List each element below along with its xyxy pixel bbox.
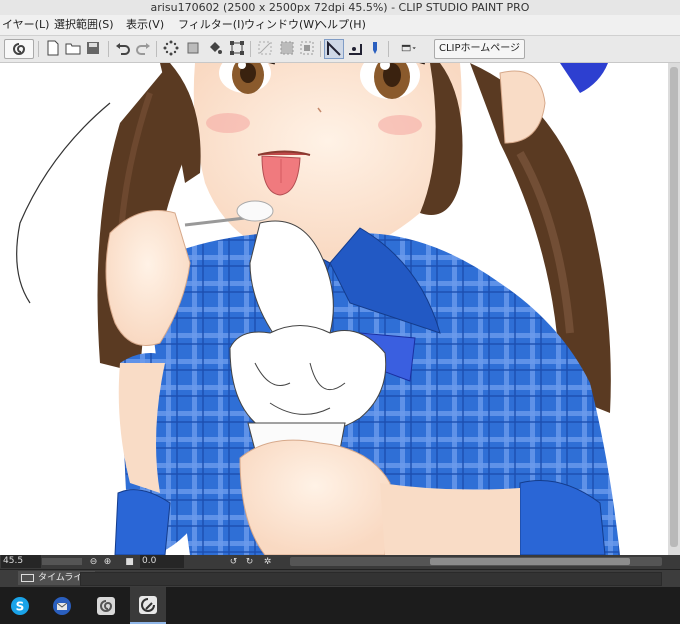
skype-icon: S <box>11 596 29 615</box>
drawing-canvas[interactable] <box>0 63 668 555</box>
taskbar-skype[interactable]: S <box>2 587 38 624</box>
snap-grid-button[interactable] <box>366 39 384 57</box>
transform-button[interactable] <box>228 39 246 57</box>
snap-ruler-button[interactable] <box>324 39 344 59</box>
selection-mode-button[interactable] <box>298 39 316 57</box>
fill-button[interactable] <box>206 39 224 57</box>
undo-icon <box>116 43 130 55</box>
open-file-button[interactable] <box>64 39 82 57</box>
artwork-illustration <box>16 63 620 555</box>
zoom-out-icon[interactable]: ⊖ <box>88 556 99 567</box>
clip-studio-button[interactable] <box>4 39 34 59</box>
clip-studio-icon <box>97 596 115 615</box>
vertical-scroll-thumb[interactable] <box>670 67 678 547</box>
save-button[interactable] <box>84 39 102 57</box>
snap-special-ruler-icon <box>349 44 362 55</box>
selection-icon <box>300 41 314 55</box>
clip-studio-icon <box>13 43 26 55</box>
menu-window[interactable]: ウィンドウ(W) <box>242 15 320 35</box>
undo-button[interactable] <box>114 39 132 57</box>
rotation-value[interactable]: 0.0 <box>140 555 184 568</box>
menu-bar: イヤー(L) 選択範囲(S) 表示(V) フィルター(I) ウィンドウ(W) ヘ… <box>0 15 680 36</box>
fit-icon[interactable]: ■ <box>124 556 135 567</box>
display-mode-icon <box>401 44 416 52</box>
snap-ruler-icon <box>327 41 341 56</box>
clear-button[interactable] <box>184 39 202 57</box>
loading-spinner-button[interactable] <box>162 39 180 57</box>
save-icon <box>87 42 99 54</box>
clear-icon <box>187 42 199 54</box>
menu-layer[interactable]: イヤー(L) <box>0 15 51 35</box>
taskbar-clip-studio[interactable] <box>88 587 124 624</box>
timeline-track[interactable] <box>80 572 662 586</box>
invert-selection-icon <box>280 41 294 55</box>
menu-view[interactable]: 表示(V) <box>124 15 166 35</box>
command-bar: CLIPホームページ <box>0 36 680 63</box>
menu-help[interactable]: ヘルプ(H) <box>314 15 368 35</box>
spinner-icon <box>163 40 179 56</box>
taskbar-clip-studio-paint[interactable] <box>130 587 166 624</box>
zoom-in-icon[interactable]: ⊕ <box>102 556 113 567</box>
rotate-left-icon[interactable]: ↺ <box>228 556 239 567</box>
vertical-scrollbar[interactable] <box>668 63 680 555</box>
timeline-panel: タイムライン <box>0 569 680 587</box>
pen-grid-icon <box>373 42 377 54</box>
invert-selection-button[interactable] <box>278 39 296 57</box>
transform-icon <box>230 41 244 55</box>
menu-filter[interactable]: フィルター(I) <box>176 15 247 35</box>
horizontal-scroll-thumb[interactable] <box>430 558 630 565</box>
thunderbird-icon <box>53 596 71 615</box>
deselect-icon <box>258 41 272 55</box>
taskbar-thunderbird[interactable] <box>44 587 80 624</box>
reset-rotation-icon[interactable]: ✲ <box>262 556 273 567</box>
redo-button[interactable] <box>134 39 152 57</box>
zoom-value[interactable]: 45.5 <box>1 555 41 568</box>
new-file-icon <box>47 40 59 56</box>
menu-selection[interactable]: 選択範囲(S) <box>52 15 116 35</box>
windows-taskbar: S <box>0 587 680 624</box>
rotate-right-icon[interactable]: ↻ <box>244 556 255 567</box>
app-window: arisu170602 (2500 x 2500px 72dpi 45.5%) … <box>0 0 680 624</box>
title-bar: arisu170602 (2500 x 2500px 72dpi 45.5%) … <box>0 0 680 16</box>
redo-icon <box>136 43 150 55</box>
deselect-button[interactable] <box>256 39 274 57</box>
paint-bucket-icon <box>210 42 222 54</box>
clip-studio-paint-icon <box>139 595 157 614</box>
status-bar: 45.5 ⊖ ⊕ ■ 0.0 ↺ ↻ ✲ <box>0 555 680 569</box>
clip-homepage-button[interactable]: CLIPホームページ <box>434 39 526 59</box>
display-mode-dropdown[interactable] <box>394 39 424 57</box>
folder-icon <box>65 43 81 55</box>
svg-text:S: S <box>16 599 25 613</box>
horizontal-scrollbar[interactable] <box>290 557 662 566</box>
timeline-icon <box>21 574 34 582</box>
snap-special-ruler-button[interactable] <box>346 39 364 57</box>
new-file-button[interactable] <box>44 39 62 57</box>
zoom-slider[interactable] <box>42 558 82 565</box>
